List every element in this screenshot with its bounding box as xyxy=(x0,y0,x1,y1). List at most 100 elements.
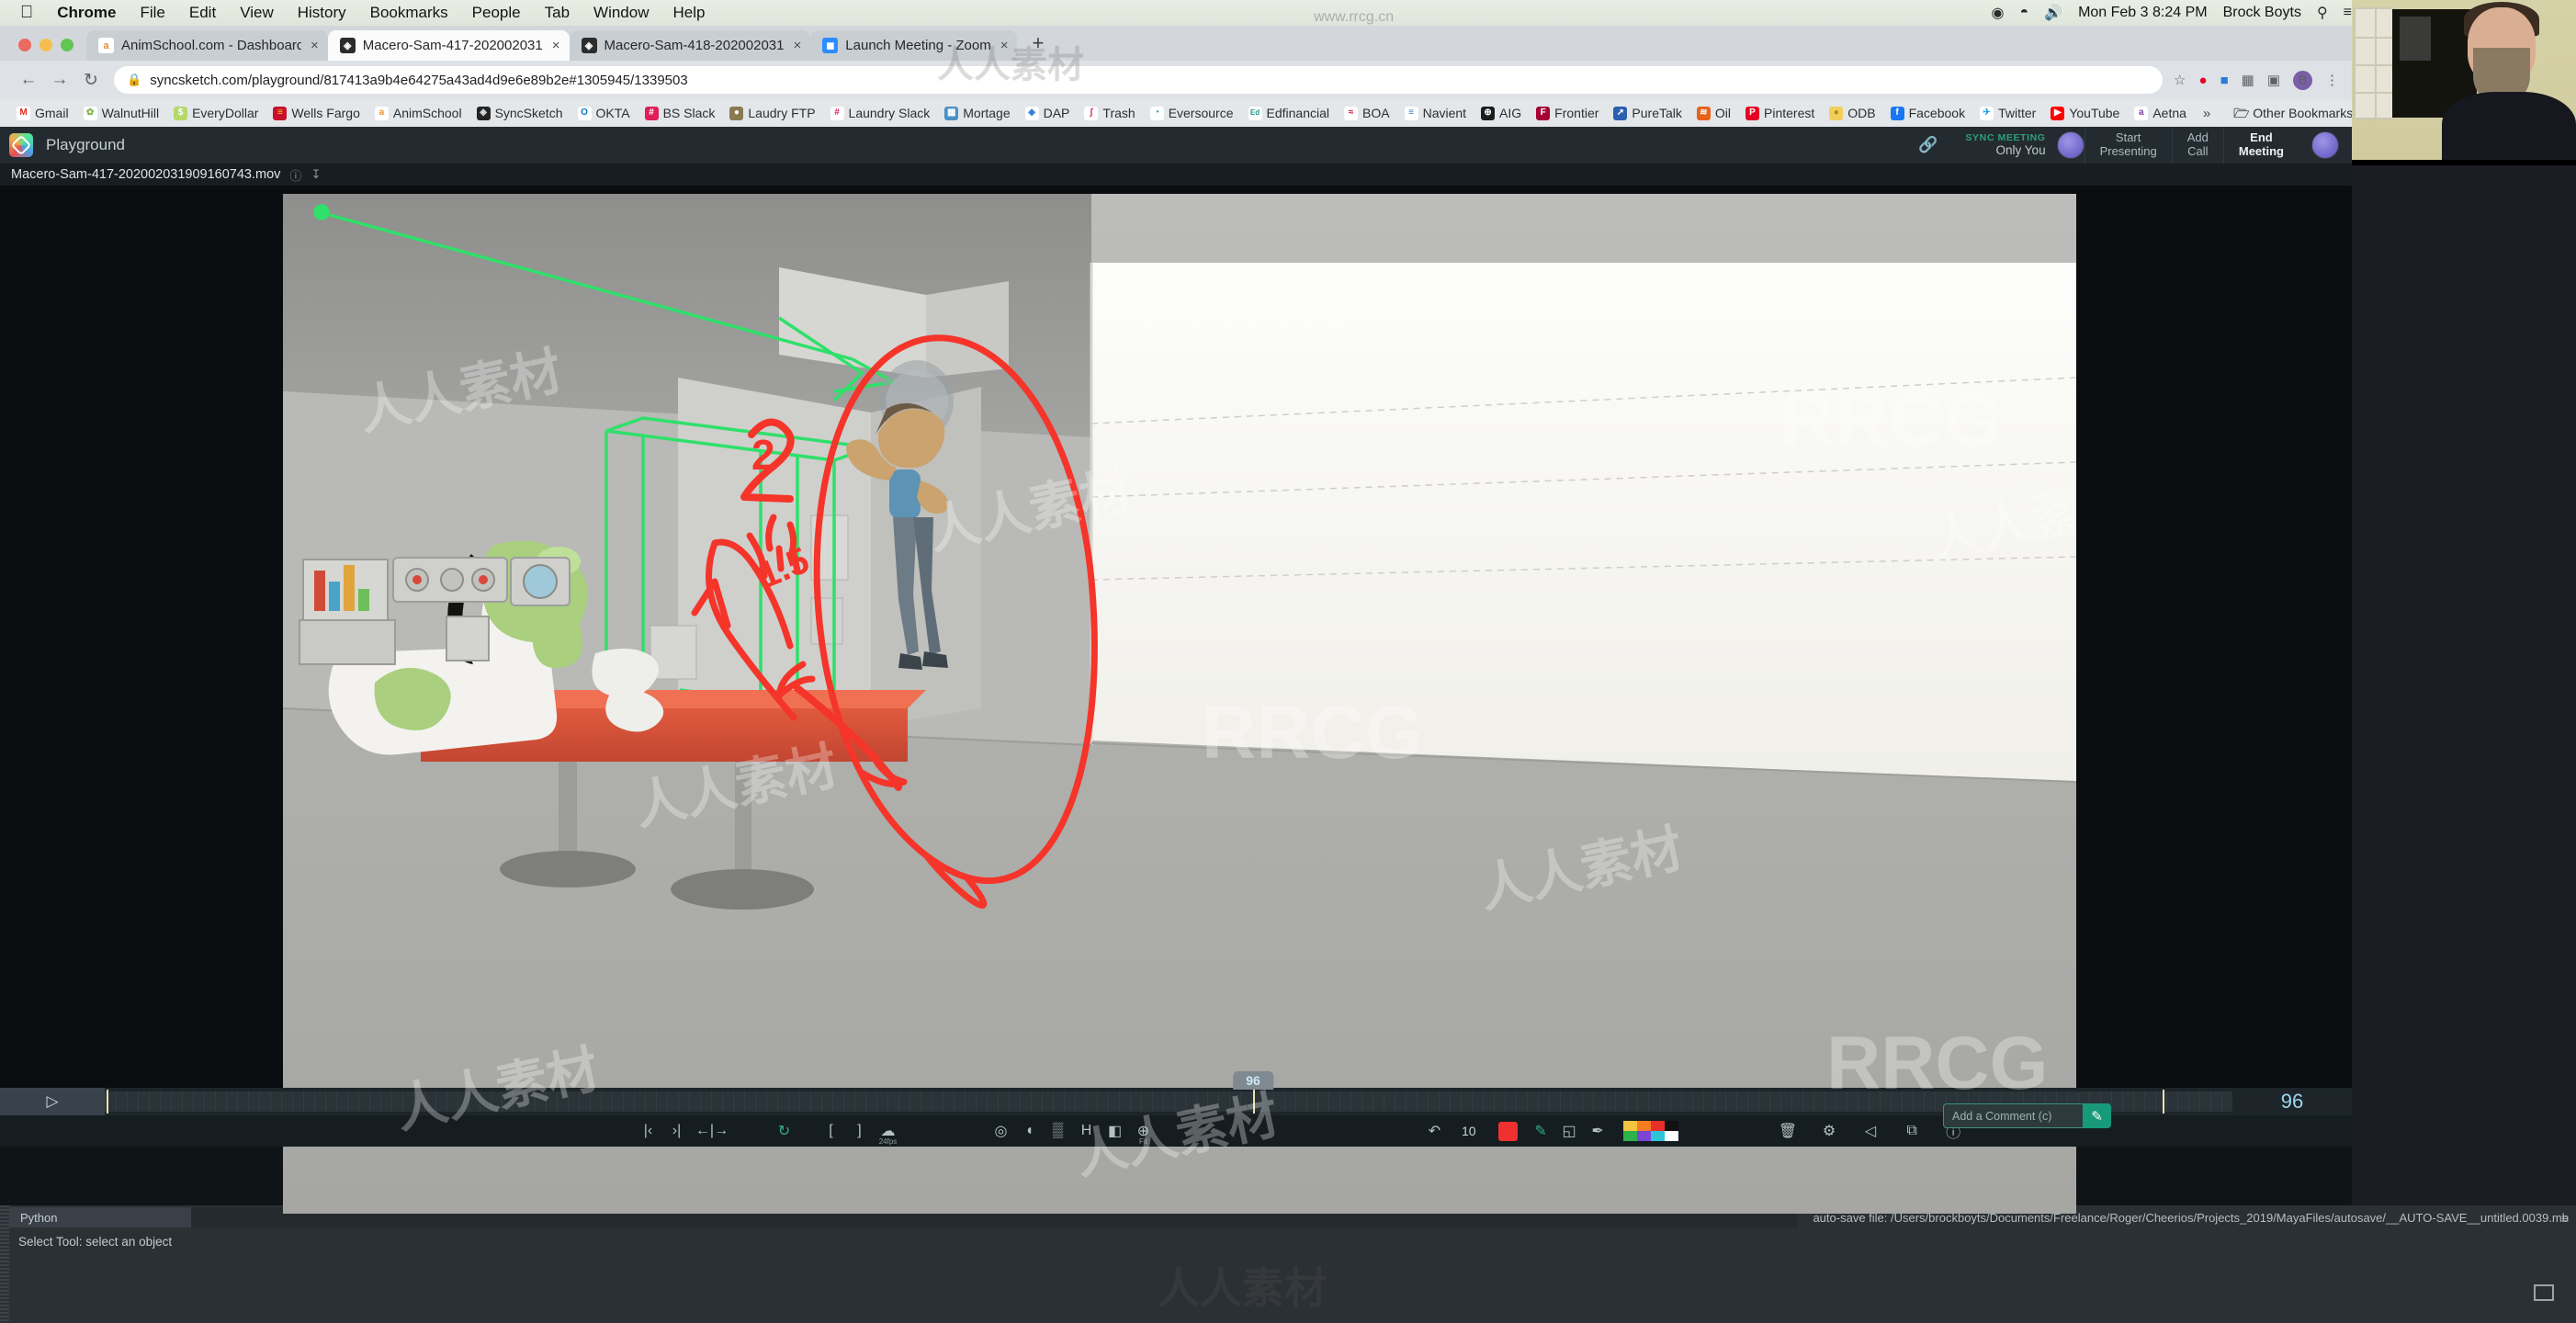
pinterest-icon[interactable]: ● xyxy=(2199,73,2208,88)
command-language-selector[interactable]: Python xyxy=(7,1207,191,1227)
reload-button[interactable]: ↻ xyxy=(75,70,107,91)
palette-swatch[interactable] xyxy=(1664,1121,1678,1131)
screen-share-icon[interactable]: ◉ xyxy=(1992,4,2005,22)
control-center-icon[interactable]: ≡ xyxy=(2344,5,2352,21)
minimize-window-button[interactable] xyxy=(40,39,52,51)
tab-close-icon[interactable]: × xyxy=(1000,38,1009,53)
bookmarks-overflow-button[interactable]: » xyxy=(2194,106,2220,121)
menu-edit[interactable]: Edit xyxy=(189,4,216,22)
menu-help[interactable]: Help xyxy=(673,4,706,22)
last-frame-icon[interactable]: ›| xyxy=(662,1115,691,1147)
range-start-marker[interactable] xyxy=(107,1090,108,1114)
eraser-icon[interactable]: ◱ xyxy=(1555,1115,1584,1147)
range-end-marker[interactable] xyxy=(2163,1090,2164,1114)
bookmark-facebook[interactable]: f Facebook xyxy=(1883,106,1972,120)
close-window-button[interactable] xyxy=(18,39,31,51)
bookmark-pinterest[interactable]: P Pinterest xyxy=(1738,106,1822,120)
range-in-icon[interactable]: [ xyxy=(817,1115,845,1147)
palette-swatch[interactable] xyxy=(1636,1131,1651,1141)
tab-macero-417[interactable]: ◈ Macero-Sam-417-2020020319 × xyxy=(327,30,570,61)
tab-animschool[interactable]: a AnimSchool.com - Dashboard × xyxy=(86,30,328,61)
menu-history[interactable]: History xyxy=(298,4,346,22)
comment-input[interactable]: Add a Comment (c) xyxy=(1943,1103,2083,1128)
webcam-overlay[interactable] xyxy=(2352,0,2576,165)
timeline-scrubber[interactable]: 96 xyxy=(105,1071,2232,1114)
mute-audio-icon[interactable]: ◁ xyxy=(1857,1115,1885,1147)
maya-toolbar-handle[interactable] xyxy=(0,1205,9,1323)
bookmark-navient[interactable]: ≡ Navient xyxy=(1397,106,1474,120)
participant-avatar[interactable] xyxy=(2056,131,2085,159)
bookmark-everydollar[interactable]: $ EveryDollar xyxy=(166,106,266,120)
bookmark-animschool[interactable]: a AnimSchool xyxy=(367,106,469,120)
play-button[interactable]: ▷ xyxy=(0,1088,105,1115)
menu-window[interactable]: Window xyxy=(593,4,649,22)
trash-icon[interactable]: 🗑 xyxy=(1774,1115,1802,1147)
grid-overlay-icon[interactable]: ▒ xyxy=(1044,1115,1072,1147)
bookmark-aetna[interactable]: a Aetna xyxy=(2127,106,2194,120)
back-button[interactable]: ← xyxy=(13,70,44,90)
bookmark-dap[interactable]: ◈ DAP xyxy=(1018,106,1078,120)
hide-annotations-icon[interactable]: ◎ xyxy=(987,1115,1015,1147)
wifi-icon[interactable]: ◓ xyxy=(2019,5,2028,21)
end-meeting-button[interactable]: End Meeting xyxy=(2222,127,2299,164)
playback-speed-icon[interactable]: ☁ 24fps xyxy=(874,1115,902,1147)
fullscreen-icon[interactable]: ⧉ xyxy=(1898,1115,1926,1147)
add-call-button[interactable]: Add Call xyxy=(2171,127,2223,164)
grid-icon[interactable]: ▦ xyxy=(2242,72,2254,88)
volume-icon[interactable]: 🔊 xyxy=(2044,4,2062,22)
panel-layout-icon[interactable] xyxy=(2534,1284,2554,1301)
palette-swatch[interactable] xyxy=(1650,1121,1665,1131)
bookmark-odb[interactable]: ● ODB xyxy=(1822,106,1882,120)
ghost-onion-icon[interactable]: ◖ xyxy=(1015,1115,1044,1147)
bookmark-syncsketch[interactable]: ◈ SyncSketch xyxy=(469,106,571,120)
forward-button[interactable]: → xyxy=(44,70,75,90)
menu-view[interactable]: View xyxy=(240,4,274,22)
bookmark-aig[interactable]: ⊕ AIG xyxy=(1474,106,1529,120)
step-frames-icon[interactable]: ←|→ xyxy=(691,1115,733,1147)
address-bar[interactable]: 🔒 syncsketch.com/playground/817413a9b4e6… xyxy=(114,66,2164,94)
user-name[interactable]: Brock Boyts xyxy=(2223,5,2301,21)
settings-gear-icon[interactable]: ⚙ xyxy=(1815,1115,1844,1147)
menu-bookmarks[interactable]: Bookmarks xyxy=(370,4,448,22)
bookmark-edfinancial[interactable]: Ed Edfinancial xyxy=(1241,106,1338,120)
range-out-icon[interactable]: ] xyxy=(845,1115,874,1147)
bookmark-boa[interactable]: ≈ BOA xyxy=(1337,106,1397,120)
link-icon[interactable]: 🔗 xyxy=(1902,136,1954,154)
menu-people[interactable]: People xyxy=(472,4,521,22)
tab-launch-meeting-zoom[interactable]: ◼ Launch Meeting - Zoom × xyxy=(810,30,1018,61)
bookmark-laudry-ftp[interactable]: ● Laudry FTP xyxy=(722,106,822,120)
comment-edit-icon[interactable]: ✎ xyxy=(2083,1103,2111,1128)
puzzle-icon[interactable]: ▣ xyxy=(2267,72,2280,88)
bookmark-eversource[interactable]: ◔ Eversource xyxy=(1143,106,1241,120)
bookmark-twitter[interactable]: ✈ Twitter xyxy=(1972,106,2043,120)
clock[interactable]: Mon Feb 3 8:24 PM xyxy=(2078,5,2208,21)
new-tab-button[interactable]: + xyxy=(1017,31,1056,61)
palette-swatch[interactable] xyxy=(1622,1121,1637,1131)
bookmark-frontier[interactable]: F Frontier xyxy=(1529,106,1606,120)
profile-avatar[interactable]: B xyxy=(2293,70,2312,90)
bookmark-oil[interactable]: ≋ Oil xyxy=(1689,106,1738,120)
bookmark-youtube[interactable]: ▶ YouTube xyxy=(2043,106,2127,120)
brush-size-value[interactable]: 10 xyxy=(1449,1124,1489,1138)
tab-close-icon[interactable]: × xyxy=(552,38,560,53)
bookmark-okta[interactable]: O OKTA xyxy=(571,106,638,120)
bookmark-bs-slack[interactable]: # BS Slack xyxy=(638,106,723,120)
video-canvas[interactable]: 2 1.5 人人素材 RRCG 人人素材 RRCG 人人素材 人人素材 RRCG… xyxy=(283,194,2076,1214)
sync-meeting-status[interactable]: SYNC MEETING Only You xyxy=(1954,132,2056,158)
start-presenting-button[interactable]: Start Presenting xyxy=(2084,127,2172,164)
syncsketch-logo-icon[interactable] xyxy=(9,133,33,157)
extension-icon[interactable]: ■ xyxy=(2220,73,2229,88)
eyedropper-icon[interactable]: ✒ xyxy=(1584,1115,1612,1147)
info-icon[interactable]: ⓘ xyxy=(289,166,301,184)
bookmark-laundry-slack[interactable]: # Laundry Slack xyxy=(823,106,938,120)
download-icon[interactable]: ↧ xyxy=(311,167,321,182)
first-frame-icon[interactable]: |‹ xyxy=(634,1115,662,1147)
safe-frame-icon[interactable]: H xyxy=(1072,1115,1101,1147)
pencil-icon[interactable]: ✎ xyxy=(1527,1115,1555,1147)
bookmark-mortage[interactable]: ▦ Mortage xyxy=(937,106,1017,120)
palette-swatch[interactable] xyxy=(1650,1131,1665,1141)
bookmark-wells-fargo[interactable]: ≡ Wells Fargo xyxy=(266,106,367,120)
palette-swatch[interactable] xyxy=(1622,1131,1637,1141)
star-icon[interactable]: ☆ xyxy=(2174,72,2186,88)
menu-tab[interactable]: Tab xyxy=(545,4,570,22)
